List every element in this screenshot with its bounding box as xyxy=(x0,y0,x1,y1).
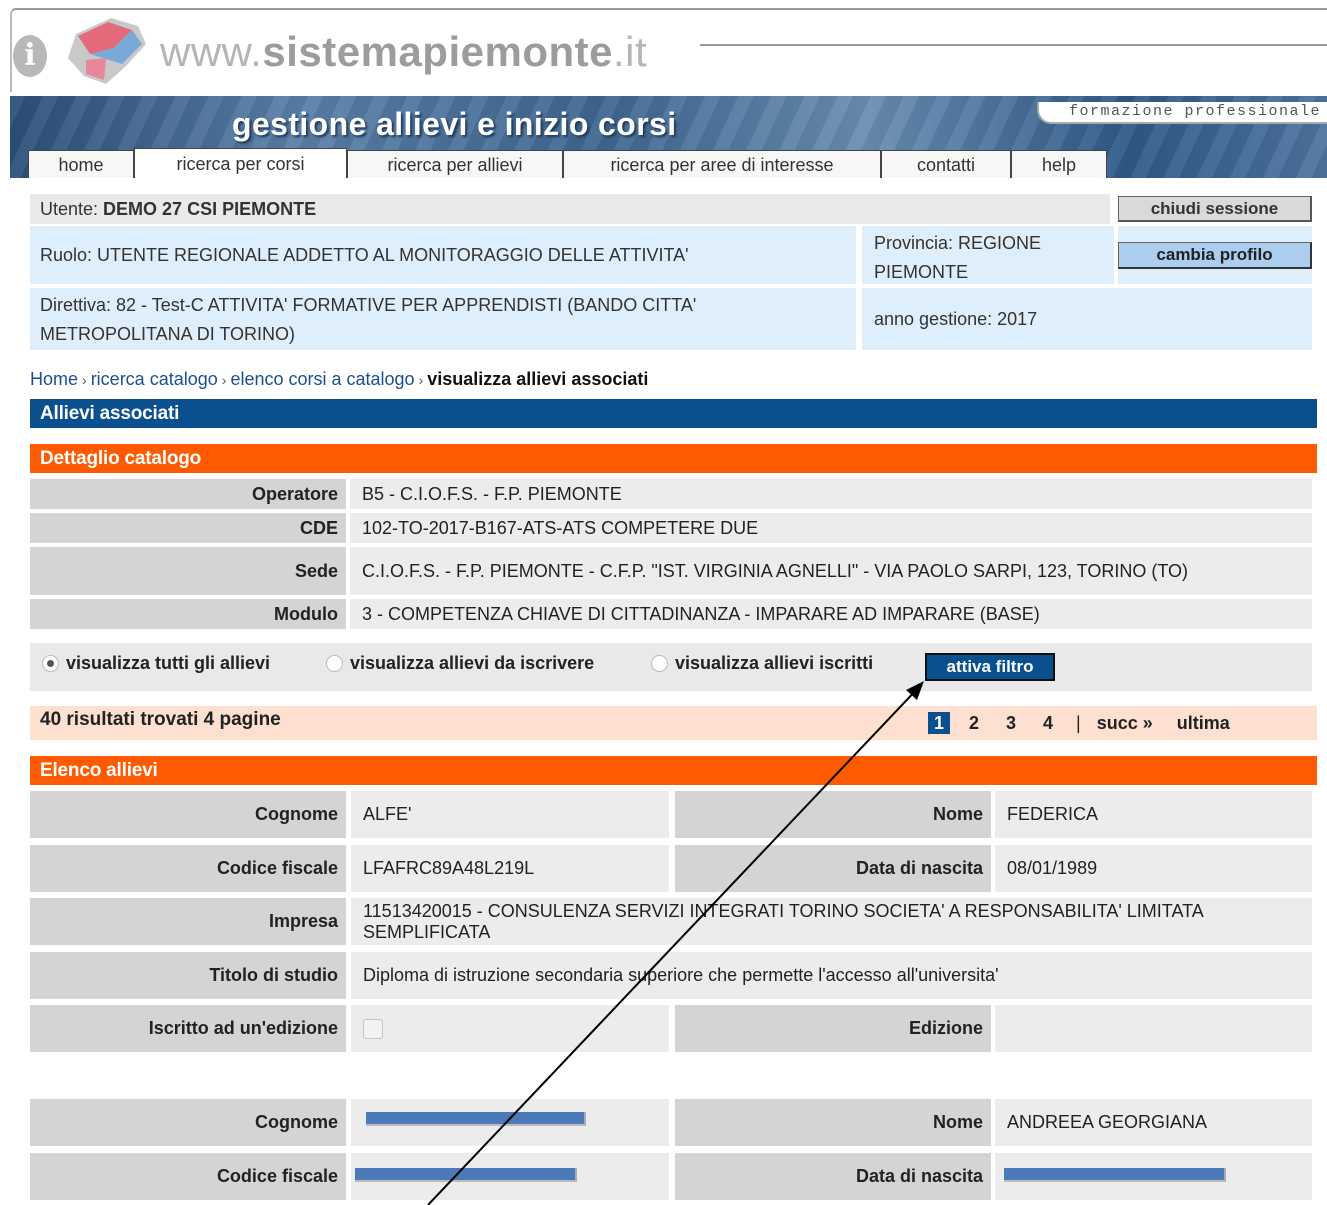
info-icon[interactable]: i xyxy=(13,35,47,77)
section-allievi-associati: Allievi associati xyxy=(30,399,1317,428)
radio-unselected-icon[interactable] xyxy=(651,655,668,672)
directive-cell: Direttiva: 82 - Test-C ATTIVITA' FORMATI… xyxy=(30,288,856,350)
role-row: Ruolo: UTENTE REGIONALE ADDETTO AL MONIT… xyxy=(30,226,856,284)
breadcrumb: Home › ricerca catalogo › elenco corsi a cat… xyxy=(30,369,648,390)
nome-value: ANDREEA GEORGIANA xyxy=(995,1099,1312,1146)
radio-tutti-label: visualizza tutti gli allievi xyxy=(66,653,271,673)
cde-value: 102-TO-2017-B167-ATS-ATS COMPETERE DUE xyxy=(350,513,1312,543)
sede-value: C.I.O.F.S. - F.P. PIEMONTE - C.F.P. "IST… xyxy=(350,547,1312,595)
nome-value: FEDERICA xyxy=(995,791,1312,838)
detail-row-cde: CDE 102-TO-2017-B167-ATS-ATS COMPETERE D… xyxy=(30,513,1312,543)
breadcrumb-ricerca[interactable]: ricerca catalogo xyxy=(91,369,218,389)
redaction-bar xyxy=(366,1112,586,1126)
site-name-bold: sistemapiemonte xyxy=(262,28,613,75)
modulo-value: 3 - COMPETENZA CHIAVE DI CITTADINANZA - … xyxy=(350,599,1312,629)
pager-separator: | xyxy=(1076,712,1081,733)
radio-iscritti[interactable]: visualizza allievi iscritti xyxy=(651,653,873,674)
cognome-label: Cognome xyxy=(30,1099,346,1146)
main-tabs: home ricerca per corsi ricerca per allie… xyxy=(28,148,1107,178)
modulo-label: Modulo xyxy=(30,599,346,629)
redaction-bar xyxy=(1004,1168,1226,1182)
edizione-label: Edizione xyxy=(675,1005,991,1052)
tab-contatti[interactable]: contatti xyxy=(881,150,1011,178)
detail-row-sede: Sede C.I.O.F.S. - F.P. PIEMONTE - C.F.P.… xyxy=(30,547,1312,595)
next-page-link[interactable]: succ » xyxy=(1097,713,1153,734)
page-1-current[interactable]: 1 xyxy=(928,712,950,734)
data-nascita-label: Data di nascita xyxy=(675,845,991,892)
change-profile-button[interactable]: cambia profilo xyxy=(1118,242,1312,269)
cognome-label: Cognome xyxy=(30,791,346,838)
breadcrumb-home[interactable]: Home xyxy=(30,369,78,389)
codice-fiscale-label: Codice fiscale xyxy=(30,845,346,892)
change-profile-cell: cambia profilo xyxy=(1118,226,1312,284)
province-cell: Provincia: REGIONE PIEMONTE xyxy=(862,226,1114,284)
breadcrumb-separator: › xyxy=(82,372,87,388)
tab-ricerca-aree[interactable]: ricerca per aree di interesse xyxy=(563,150,881,178)
radio-da-iscrivere[interactable]: visualizza allievi da iscrivere xyxy=(326,653,594,674)
titolo-studio-value: Diploma di istruzione secondaria superio… xyxy=(351,952,1312,999)
impresa-value: 11513420015 - CONSULENZA SERVIZI INTEGRA… xyxy=(351,898,1312,945)
breadcrumb-separator: › xyxy=(221,372,227,388)
titolo-studio-label: Titolo di studio xyxy=(30,952,346,999)
edizione-value xyxy=(995,1005,1312,1052)
results-count: 40 risultati trovati 4 pagine xyxy=(40,709,281,730)
iscritto-cell xyxy=(351,1005,669,1052)
nome-label: Nome xyxy=(675,791,991,838)
area-tag: formazione professionale xyxy=(1037,102,1327,124)
detail-row-operatore: Operatore B5 - C.I.O.F.S. - F.P. PIEMONT… xyxy=(30,479,1312,509)
breadcrumb-elenco[interactable]: elenco corsi a catalogo xyxy=(230,369,414,389)
user-name: DEMO 27 CSI PIEMONTE xyxy=(103,199,317,219)
site-name[interactable]: www.sistemapiemonte.it xyxy=(160,28,647,76)
app-banner: gestione allievi e inizio corsi formazio… xyxy=(10,96,1327,178)
section-dettaglio-catalogo: Dettaglio catalogo xyxy=(30,444,1317,473)
detail-row-modulo: Modulo 3 - COMPETENZA CHIAVE DI CITTADIN… xyxy=(30,599,1312,629)
tab-home[interactable]: home xyxy=(28,150,134,178)
data-nascita-value: 08/01/1989 xyxy=(995,845,1312,892)
breadcrumb-separator: › xyxy=(418,372,424,388)
site-header: i www.sistemapiemonte.it xyxy=(0,0,1327,92)
cde-label: CDE xyxy=(30,513,346,543)
tab-help[interactable]: help xyxy=(1011,150,1107,178)
last-page-link[interactable]: ultima xyxy=(1177,713,1230,734)
operatore-value: B5 - C.I.O.F.S. - F.P. PIEMONTE xyxy=(350,479,1312,509)
tab-ricerca-corsi[interactable]: ricerca per corsi xyxy=(134,148,347,178)
redaction-bar xyxy=(355,1168,577,1182)
radio-unselected-icon[interactable] xyxy=(326,655,343,672)
cognome-value: ALFE' xyxy=(351,791,669,838)
site-name-suffix: .it xyxy=(612,28,648,75)
user-label: Utente: xyxy=(40,199,104,219)
section-elenco-allievi: Elenco allievi xyxy=(30,756,1317,785)
app-title: gestione allievi e inizio corsi xyxy=(232,106,677,142)
year-cell: anno gestione: 2017 xyxy=(862,288,1312,350)
header-divider xyxy=(700,44,1327,46)
results-bar: 40 risultati trovati 4 pagine 1 2 3 4 | … xyxy=(30,706,1317,740)
sede-label: Sede xyxy=(30,547,346,595)
close-session-button[interactable]: chiudi sessione xyxy=(1118,196,1312,222)
pagination: 1 2 3 4 | succ » ultima xyxy=(928,712,1230,734)
codice-fiscale-label: Codice fiscale xyxy=(30,1153,346,1200)
tab-ricerca-allievi[interactable]: ricerca per allievi xyxy=(347,150,563,178)
data-nascita-label: Data di nascita xyxy=(675,1153,991,1200)
user-row: Utente: DEMO 27 CSI PIEMONTE xyxy=(30,194,1110,224)
impresa-label: Impresa xyxy=(30,898,346,945)
radio-tutti[interactable]: visualizza tutti gli allievi xyxy=(42,653,270,674)
operatore-label: Operatore xyxy=(30,479,346,509)
nome-label: Nome xyxy=(675,1099,991,1146)
piemonte-region-logo xyxy=(68,18,146,84)
page-2-link[interactable]: 2 xyxy=(969,713,979,734)
breadcrumb-current: visualizza allievi associati xyxy=(427,369,649,389)
page-4-link[interactable]: 4 xyxy=(1043,713,1053,734)
radio-iscritti-label: visualizza allievi iscritti xyxy=(675,653,874,673)
filter-panel: visualizza tutti gli allievi visualizza … xyxy=(30,643,1312,691)
radio-da-iscrivere-label: visualizza allievi da iscrivere xyxy=(350,653,595,673)
page-3-link[interactable]: 3 xyxy=(1006,713,1016,734)
apply-filter-button[interactable]: attiva filtro xyxy=(925,653,1055,681)
iscritto-label: Iscritto ad un'edizione xyxy=(30,1005,346,1052)
site-name-prefix: www. xyxy=(160,28,263,75)
codice-fiscale-value: LFAFRC89A48L219L xyxy=(351,845,669,892)
radio-selected-icon[interactable] xyxy=(42,655,59,672)
iscritto-checkbox[interactable] xyxy=(363,1018,383,1039)
